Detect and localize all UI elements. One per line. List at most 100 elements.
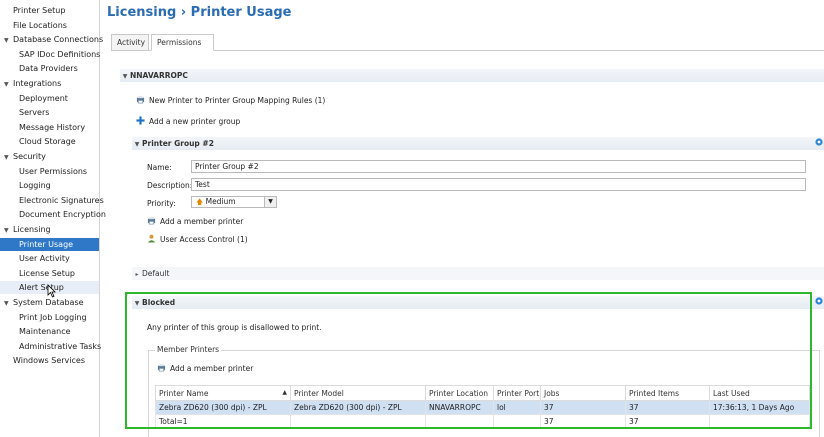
sidebar-item-security[interactable]: ▼ Security (0, 150, 99, 163)
sidebar-item-label: Document Encryption (19, 210, 106, 220)
total-empty (709, 414, 810, 429)
sidebar-item-file-locations[interactable]: File Locations (0, 19, 99, 32)
printer-icon (147, 216, 156, 225)
sidebar-item-label: Administrative Tasks (19, 341, 102, 351)
mapping-rules-link[interactable]: New Printer to Printer Group Mapping Rul… (136, 95, 325, 105)
sidebar-item-label: User Activity (19, 254, 70, 264)
sidebar-item-logging[interactable]: Logging (0, 179, 99, 192)
sidebar-item-label: Servers (19, 108, 50, 118)
sidebar-item-servers[interactable]: Servers (0, 106, 99, 119)
sidebar-item-maintenance[interactable]: Maintenance (0, 325, 99, 338)
server-name: NNAVARROPC (130, 71, 188, 80)
mapping-rules-label: New Printer to Printer Group Mapping Rul… (149, 96, 326, 105)
add-printer-group-label: Add a new printer group (149, 117, 241, 126)
blocked-group-title: Blocked (142, 298, 176, 307)
blocked-add-member-printer-button[interactable]: Add a member printer (157, 363, 253, 373)
table-row[interactable]: Zebra ZD620 (300 dpi) - ZPL Zebra ZD620 … (155, 400, 810, 415)
page-title: Licensing › Printer Usage (107, 5, 292, 20)
total-jobs: 37 (540, 414, 626, 429)
total-printed-items: 37 (625, 414, 710, 429)
sidebar-item-integrations[interactable]: ▼ Integrations (0, 77, 99, 90)
sidebar-item-deployment[interactable]: Deployment (0, 92, 99, 105)
total-empty (425, 414, 494, 429)
cell-printed-items: 37 (625, 400, 710, 415)
sidebar-item-printer-usage[interactable]: Printer Usage (0, 237, 99, 251)
member-printers-legend: Member Printers (155, 345, 222, 354)
sidebar-item-administrative-tasks[interactable]: Administrative Tasks (0, 340, 102, 353)
user-icon (147, 234, 156, 243)
add-printer-group-button[interactable]: Add a new printer group (136, 116, 240, 126)
default-group-title: Default (142, 269, 170, 278)
priority-select[interactable]: 🡅 Medium ▼ (191, 196, 277, 208)
total-empty (290, 414, 426, 429)
gear-icon[interactable] (814, 296, 824, 306)
cell-last-used: 17:36:13, 1 Days Ago (709, 400, 810, 415)
printer-icon (136, 95, 145, 104)
cell-printer-name: Zebra ZD620 (300 dpi) - ZPL (155, 400, 291, 415)
column-header-printer-model[interactable]: Printer Model (290, 385, 426, 401)
table-header-row: Printer Name ▲ Printer Model Printer Loca… (155, 385, 810, 401)
server-section-header[interactable]: ▼ NNAVARROPC (120, 69, 824, 82)
sidebar-item-license-setup[interactable]: License Setup (0, 267, 99, 280)
add-member-printer-button[interactable]: Add a member printer (147, 216, 243, 226)
blocked-add-member-printer-label: Add a member printer (170, 364, 254, 373)
up-arrow-icon: 🡅 (196, 198, 204, 206)
column-header-last-used[interactable]: Last Used (709, 385, 810, 401)
sidebar-item-windows-services[interactable]: Windows Services (0, 354, 99, 367)
name-label: Name: (147, 163, 172, 172)
column-header-jobs[interactable]: Jobs (540, 385, 626, 401)
sidebar-item-message-history[interactable]: Message History (0, 121, 99, 134)
chevron-down-icon: ▼ (264, 197, 276, 207)
sidebar-item-printer-setup[interactable]: Printer Setup (0, 4, 99, 17)
sidebar-item-label: Licensing (13, 225, 51, 234)
collapse-arrow-icon: ▼ (134, 300, 140, 307)
sidebar-item-label: Electronic Signatures (19, 195, 104, 205)
group-name-field[interactable]: Printer Group #2 (191, 160, 806, 173)
column-header-printer-location[interactable]: Printer Location (425, 385, 494, 401)
group-description-field[interactable]: Test (191, 178, 806, 191)
member-printers-table: Printer Name ▲ Printer Model Printer Loca… (155, 385, 810, 429)
sidebar-item-electronic-signatures[interactable]: Electronic Signatures (0, 194, 104, 207)
sidebar-item-label: Integrations (13, 79, 62, 88)
sidebar-item-label: SAP IDoc Definitions (19, 49, 101, 59)
sidebar-item-document-encryption[interactable]: Document Encryption (0, 208, 106, 221)
collapse-arrow-icon: ▼ (134, 141, 140, 148)
sidebar-item-user-activity[interactable]: User Activity (0, 252, 99, 265)
default-group-header[interactable]: ▸ Default (132, 267, 824, 280)
sidebar-item-label: Message History (19, 122, 86, 132)
expand-arrow-icon: ▸ (135, 271, 139, 278)
gear-icon[interactable] (814, 137, 824, 147)
sidebar-item-label: Maintenance (19, 327, 71, 337)
cell-jobs: 37 (540, 400, 626, 415)
sidebar-item-label: Deployment (19, 93, 68, 103)
printer-group-2-header[interactable]: ▼ Printer Group #2 (132, 137, 824, 150)
sidebar-item-user-permissions[interactable]: User Permissions (0, 165, 99, 178)
sidebar-item-print-job-logging[interactable]: Print Job Logging (0, 311, 99, 324)
priority-value: Medium (205, 197, 236, 206)
column-header-printer-name[interactable]: Printer Name ▲ (155, 385, 291, 401)
sidebar-item-sap-idoc-definitions[interactable]: SAP IDoc Definitions (0, 48, 101, 61)
blocked-group-header[interactable]: ▼ Blocked (132, 296, 824, 309)
tab-permissions[interactable]: Permissions (151, 34, 214, 51)
column-header-printer-port[interactable]: Printer Port (493, 385, 541, 401)
tab-activity[interactable]: Activity (111, 34, 149, 51)
sidebar-item-database-connections[interactable]: ▼ Database Connections (0, 33, 103, 46)
sort-up-icon: ▲ (282, 388, 287, 396)
add-member-printer-label: Add a member printer (160, 217, 244, 226)
sidebar-item-label: System Database (13, 298, 84, 307)
sidebar: Printer Setup File Locations ▼ Database Con… (0, 0, 106, 437)
chevron-down-icon: ▼ (4, 227, 9, 234)
sidebar-item-label: License Setup (19, 268, 75, 278)
sidebar-item-data-providers[interactable]: Data Providers (0, 62, 99, 75)
sidebar-item-cloud-storage[interactable]: Cloud Storage (0, 135, 99, 148)
collapse-arrow-icon: ▼ (122, 73, 128, 80)
user-access-control-link[interactable]: User Access Control (1) (147, 234, 248, 244)
sidebar-item-label: Printer Setup (13, 6, 66, 15)
description-label: Description: (147, 181, 193, 190)
cell-printer-model: Zebra ZD620 (300 dpi) - ZPL (290, 400, 426, 415)
totals-row: Total=1 37 37 (155, 414, 810, 429)
sidebar-item-label: Printer Usage (19, 239, 74, 249)
priority-label: Priority: (147, 199, 176, 208)
column-header-printed-items[interactable]: Printed Items (625, 385, 710, 401)
sidebar-item-licensing[interactable]: ▼ Licensing (0, 223, 99, 236)
